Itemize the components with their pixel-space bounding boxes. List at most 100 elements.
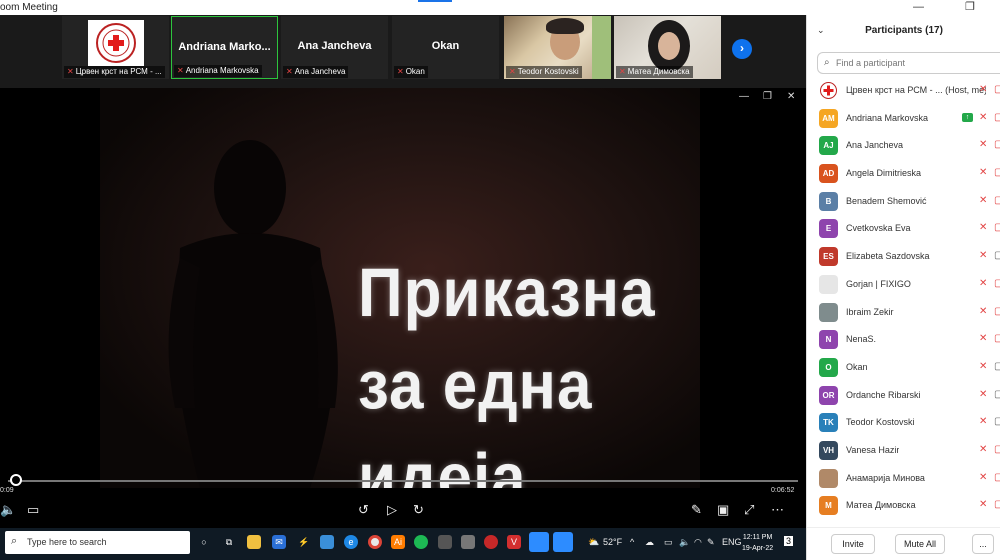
invite-button[interactable]: Invite <box>831 534 875 554</box>
participant-row[interactable]: ES Elizabeta Sazdovska ✕ ▢ <box>807 243 1000 271</box>
participant-row[interactable]: E Cvetkovska Eva ✕ ▢ <box>807 215 1000 243</box>
network-icon[interactable]: ☁ <box>645 537 654 548</box>
more-button[interactable]: ... <box>972 534 994 554</box>
cortana-icon[interactable]: ○ <box>197 535 211 549</box>
mic-muted-icon[interactable]: ✕ <box>979 472 987 483</box>
mic-muted-icon[interactable]: ✕ <box>979 444 987 455</box>
mic-muted-icon[interactable]: ✕ <box>979 361 987 372</box>
participant-row[interactable]: Ibraim Zekir ✕ ▢ <box>807 299 1000 327</box>
video-tile-ana[interactable]: Ana Jancheva ✕ Ana Jancheva <box>281 16 388 79</box>
rewind-10-icon[interactable]: ↺ <box>358 502 369 518</box>
language-indicator[interactable]: ENG <box>722 537 742 547</box>
restore-video-icon[interactable]: ❐ <box>763 91 772 102</box>
camera-off-icon[interactable]: ▢ <box>994 444 1000 454</box>
weather-icon[interactable]: ⛅ <box>588 537 599 548</box>
participant-row[interactable]: AD Angela Dimitrieska ✕ ▢ <box>807 160 1000 188</box>
camera-off-icon[interactable]: ▢ <box>994 250 1000 260</box>
participant-row[interactable]: AM Andriana Markovska ↑ ✕ ▢ <box>807 105 1000 133</box>
chevron-up-icon[interactable]: ^ <box>630 537 634 547</box>
close-video-icon[interactable]: ✕ <box>787 91 795 102</box>
participant-row[interactable]: M Матеа Димовска ✕ ▢ <box>807 492 1000 520</box>
mic-muted-icon[interactable]: ✕ <box>979 389 987 400</box>
wifi-icon[interactable]: ◠ <box>694 537 702 548</box>
camera-off-icon[interactable]: ▢ <box>994 361 1000 371</box>
participant-row[interactable]: N NenaS. ✕ ▢ <box>807 326 1000 354</box>
pen-tray-icon[interactable]: ✎ <box>707 537 715 548</box>
mic-muted-icon[interactable]: ✕ <box>979 416 987 427</box>
taskbar-search[interactable]: ⌕ Type here to search <box>5 531 190 554</box>
zoom-app-icon[interactable] <box>529 532 549 552</box>
camera-off-icon[interactable]: ▢ <box>994 112 1000 122</box>
minimize-icon[interactable]: — <box>913 1 924 13</box>
record-icon[interactable] <box>484 535 498 549</box>
photos-icon[interactable] <box>461 535 475 549</box>
fullscreen-icon[interactable]: ⤢ <box>744 502 754 518</box>
mic-muted-icon[interactable]: ✕ <box>979 84 987 95</box>
zoom-meeting-icon[interactable] <box>553 532 573 552</box>
mic-muted-icon[interactable]: ✕ <box>979 112 987 123</box>
participant-row[interactable]: Gorjan | FIXIGO ✕ ▢ <box>807 271 1000 299</box>
camera-off-icon[interactable]: ▢ <box>994 416 1000 426</box>
participant-search[interactable]: ⌕ <box>817 52 1000 74</box>
app-icon[interactable] <box>438 535 452 549</box>
restore-icon[interactable]: ❐ <box>965 0 975 13</box>
camera-off-icon[interactable]: ▢ <box>994 306 1000 316</box>
mic-muted-icon[interactable]: ✕ <box>979 306 987 317</box>
mic-muted-icon[interactable]: ✕ <box>979 499 987 510</box>
participant-row[interactable]: Анамарија Минова ✕ ▢ <box>807 465 1000 493</box>
vivaldi-icon[interactable]: V <box>507 535 521 549</box>
camera-off-icon[interactable]: ▢ <box>994 222 1000 232</box>
video-tile-host[interactable]: ✕ Црвен крст на РСМ - ... <box>62 16 169 79</box>
mic-muted-icon[interactable]: ✕ <box>979 278 987 289</box>
mic-muted-icon[interactable]: ✕ <box>979 250 987 261</box>
mic-muted-icon[interactable]: ✕ <box>979 222 987 233</box>
mic-muted-icon[interactable]: ✕ <box>979 195 987 206</box>
camera-off-icon[interactable]: ▢ <box>994 389 1000 399</box>
video-tile-okan[interactable]: Okan ✕ Okan <box>392 16 499 79</box>
mute-all-button[interactable]: Mute All <box>895 534 945 554</box>
participant-row[interactable]: B Benadem Shemović ✕ ▢ <box>807 188 1000 216</box>
forward-30-icon[interactable]: ↻ <box>413 502 424 518</box>
video-progress-bar[interactable] <box>8 480 798 482</box>
captions-icon[interactable]: ▭ <box>27 502 39 518</box>
mic-muted-icon[interactable]: ✕ <box>979 333 987 344</box>
video-tile-andriana[interactable]: Andriana Marko... ✕ Andriana Markovska <box>171 16 278 79</box>
display-icon[interactable]: ▭ <box>664 537 673 548</box>
task-view-icon[interactable]: ⧉ <box>222 535 236 549</box>
participant-row[interactable]: VH Vanesa Hazir ✕ ▢ <box>807 437 1000 465</box>
play-icon[interactable]: ▷ <box>387 502 397 518</box>
minimize-video-icon[interactable]: — <box>739 91 749 102</box>
mini-player-icon[interactable]: ▣ <box>717 502 729 518</box>
camera-off-icon[interactable]: ▢ <box>994 139 1000 149</box>
participant-row[interactable]: OR Ordanche Ribarski ✕ ▢ <box>807 382 1000 410</box>
participant-search-input[interactable] <box>836 56 996 70</box>
chevron-right-icon[interactable]: › <box>732 39 752 59</box>
chrome-icon[interactable] <box>368 535 382 549</box>
participant-row[interactable]: TK Teodor Kostovski ✕ ▢ <box>807 409 1000 437</box>
mail-icon[interactable]: ✉ <box>272 535 286 549</box>
illustrator-icon[interactable]: Ai <box>391 535 405 549</box>
clock[interactable]: 12:11 PM 19-Apr-22 <box>742 532 773 554</box>
camera-off-icon[interactable]: ▢ <box>994 84 1000 94</box>
camera-off-icon[interactable]: ▢ <box>994 195 1000 205</box>
mic-muted-icon[interactable]: ✕ <box>979 167 987 178</box>
participant-row[interactable]: AJ Ana Jancheva ✕ ▢ <box>807 132 1000 160</box>
shared-video-stage[interactable]: Приказна за една идеја — ❐ ✕ 0:09 0:06:5… <box>0 88 806 528</box>
pen-icon[interactable]: ✎ <box>691 502 702 518</box>
spotify-icon[interactable] <box>414 535 428 549</box>
camera-off-icon[interactable]: ▢ <box>994 499 1000 509</box>
volume-icon[interactable]: 🔈 <box>0 502 16 518</box>
mic-muted-icon[interactable]: ✕ <box>979 139 987 150</box>
participant-row[interactable]: Црвен крст на РСМ - ... (Host, me) ✕ ▢ <box>807 77 1000 105</box>
volume-tray-icon[interactable]: 🔈 <box>679 537 690 548</box>
notification-badge[interactable]: 3 <box>784 536 794 546</box>
camera-off-icon[interactable]: ▢ <box>994 472 1000 482</box>
edge-icon[interactable]: e <box>344 535 358 549</box>
store-icon[interactable] <box>320 535 334 549</box>
camera-off-icon[interactable]: ▢ <box>994 278 1000 288</box>
camera-off-icon[interactable]: ▢ <box>994 167 1000 177</box>
progress-knob[interactable] <box>9 474 22 486</box>
video-tile-matea[interactable]: ✕ Матеа Димовска <box>614 16 721 79</box>
tool-icon[interactable]: ⚡ <box>297 535 311 549</box>
file-explorer-icon[interactable] <box>247 535 261 549</box>
